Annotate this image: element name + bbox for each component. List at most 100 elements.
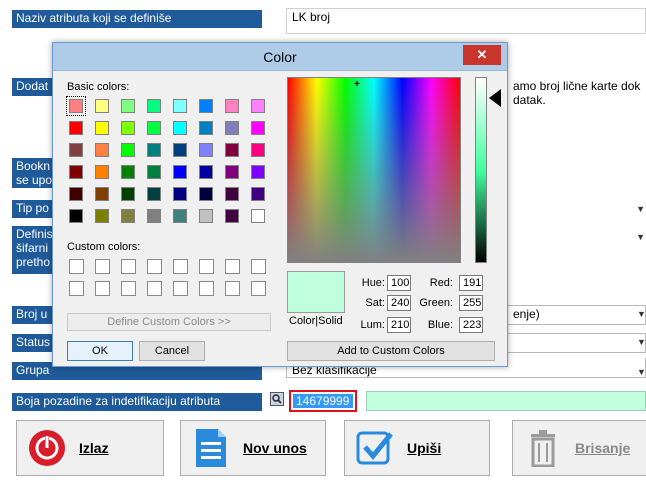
basic-color-swatch[interactable] (121, 99, 135, 113)
color-dialog: Color ✕ Basic colors: Custom colors: Def… (52, 42, 508, 367)
custom-color-swatch[interactable] (69, 259, 84, 274)
basic-color-swatch[interactable] (95, 121, 109, 135)
color-picker-icon[interactable] (270, 392, 284, 406)
type-dropdown-arrow-icon[interactable]: ▼ (636, 204, 645, 214)
basic-color-swatch[interactable] (95, 165, 109, 179)
basic-color-swatch[interactable] (199, 143, 213, 157)
basic-color-swatch[interactable] (95, 209, 109, 223)
custom-color-swatch[interactable] (95, 281, 110, 296)
custom-color-swatch[interactable] (251, 281, 266, 296)
basic-color-swatch[interactable] (121, 187, 135, 201)
custom-color-swatch[interactable] (147, 259, 162, 274)
basic-color-swatch[interactable] (173, 121, 187, 135)
luminance-bar[interactable] (475, 77, 487, 263)
basic-color-swatch[interactable] (121, 121, 135, 135)
new-entry-button[interactable]: Nov unos (180, 420, 326, 476)
custom-color-swatch[interactable] (121, 281, 136, 296)
custom-color-swatch[interactable] (225, 281, 240, 296)
delete-button[interactable]: Brisanje (512, 420, 646, 476)
attribute-name-field[interactable]: LK broj (286, 8, 646, 34)
basic-color-swatch[interactable] (251, 165, 265, 179)
blue-input[interactable]: 223 (459, 317, 483, 333)
basic-color-swatch[interactable] (95, 143, 109, 157)
basic-color-swatch[interactable] (95, 187, 109, 201)
color-solid-label: Color|Solid (289, 315, 343, 327)
basic-color-swatch[interactable] (173, 187, 187, 201)
basic-color-swatch[interactable] (225, 143, 239, 157)
green-label: Green: (419, 297, 453, 309)
basic-color-swatch[interactable] (69, 121, 83, 135)
red-input[interactable]: 191 (459, 275, 483, 291)
close-icon[interactable]: ✕ (463, 45, 501, 65)
basic-color-swatch[interactable] (121, 143, 135, 157)
basic-color-swatch[interactable] (173, 165, 187, 179)
basic-color-swatch[interactable] (173, 143, 187, 157)
new-document-icon (191, 428, 231, 468)
basic-color-swatch[interactable] (147, 165, 161, 179)
lum-input[interactable]: 210 (387, 317, 411, 333)
basic-color-swatch[interactable] (147, 99, 161, 113)
custom-color-swatch[interactable] (225, 259, 240, 274)
custom-color-swatch[interactable] (199, 281, 214, 296)
basic-color-swatch[interactable] (251, 121, 265, 135)
basic-color-swatch[interactable] (225, 187, 239, 201)
basic-color-swatch[interactable] (251, 143, 265, 157)
status-field[interactable]: ▼ (508, 333, 646, 353)
define-custom-colors-button[interactable]: Define Custom Colors >> (67, 313, 271, 331)
basic-color-swatch[interactable] (147, 121, 161, 135)
basic-color-swatch[interactable] (199, 121, 213, 135)
green-input[interactable]: 255 (459, 295, 483, 311)
basic-color-swatch[interactable] (199, 187, 213, 201)
cancel-button[interactable]: Cancel (139, 341, 205, 361)
group-dropdown-arrow-icon[interactable]: ▼ (637, 363, 645, 377)
basic-color-swatch[interactable] (251, 209, 265, 223)
basic-color-swatch[interactable] (147, 187, 161, 201)
basic-color-swatch[interactable] (251, 99, 265, 113)
custom-color-swatch[interactable] (147, 281, 162, 296)
spectrum-crosshair-icon[interactable]: + (354, 80, 360, 90)
add-to-custom-colors-button[interactable]: Add to Custom Colors (287, 341, 495, 361)
basic-color-swatch[interactable] (199, 209, 213, 223)
basic-color-swatch[interactable] (225, 121, 239, 135)
color-spectrum[interactable]: + (287, 77, 461, 263)
status-dropdown-arrow-icon[interactable]: ▼ (637, 337, 645, 347)
basic-color-swatch[interactable] (147, 143, 161, 157)
basic-color-swatch[interactable] (225, 99, 239, 113)
basic-color-swatch[interactable] (225, 209, 239, 223)
basic-color-swatch[interactable] (69, 209, 83, 223)
ok-button[interactable]: OK (67, 341, 133, 361)
bg-color-preview (366, 391, 646, 411)
number-field[interactable]: enje) ▼ (508, 305, 646, 325)
basic-color-swatch[interactable] (173, 209, 187, 223)
basic-color-swatch[interactable] (95, 99, 109, 113)
basic-color-swatch[interactable] (69, 165, 83, 179)
basic-color-swatch[interactable] (173, 99, 187, 113)
custom-color-swatch[interactable] (95, 259, 110, 274)
define-dropdown-arrow-icon[interactable]: ▼ (636, 232, 645, 242)
basic-color-swatch[interactable] (199, 165, 213, 179)
basic-colors-label: Basic colors: (67, 81, 130, 93)
exit-button[interactable]: Izlaz (16, 420, 164, 476)
custom-color-swatch[interactable] (69, 281, 84, 296)
hue-input[interactable]: 100 (387, 275, 411, 291)
sat-input[interactable]: 240 (387, 295, 411, 311)
basic-color-swatch[interactable] (121, 209, 135, 223)
additional-text-2: datak. (513, 93, 546, 107)
basic-color-swatch[interactable] (66, 96, 86, 116)
luminance-arrow-icon[interactable] (489, 89, 501, 107)
basic-color-swatch[interactable] (147, 209, 161, 223)
save-button[interactable]: Upiši (344, 420, 490, 476)
basic-color-swatch[interactable] (251, 187, 265, 201)
custom-color-swatch[interactable] (121, 259, 136, 274)
basic-color-swatch[interactable] (69, 187, 83, 201)
number-dropdown-arrow-icon[interactable]: ▼ (637, 309, 645, 319)
custom-color-swatch[interactable] (173, 259, 188, 274)
custom-color-swatch[interactable] (199, 259, 214, 274)
bg-color-value-field[interactable]: 14679999 (289, 390, 357, 412)
basic-color-swatch[interactable] (121, 165, 135, 179)
basic-color-swatch[interactable] (199, 99, 213, 113)
basic-color-swatch[interactable] (225, 165, 239, 179)
custom-color-swatch[interactable] (173, 281, 188, 296)
basic-color-swatch[interactable] (69, 143, 83, 157)
custom-color-swatch[interactable] (251, 259, 266, 274)
